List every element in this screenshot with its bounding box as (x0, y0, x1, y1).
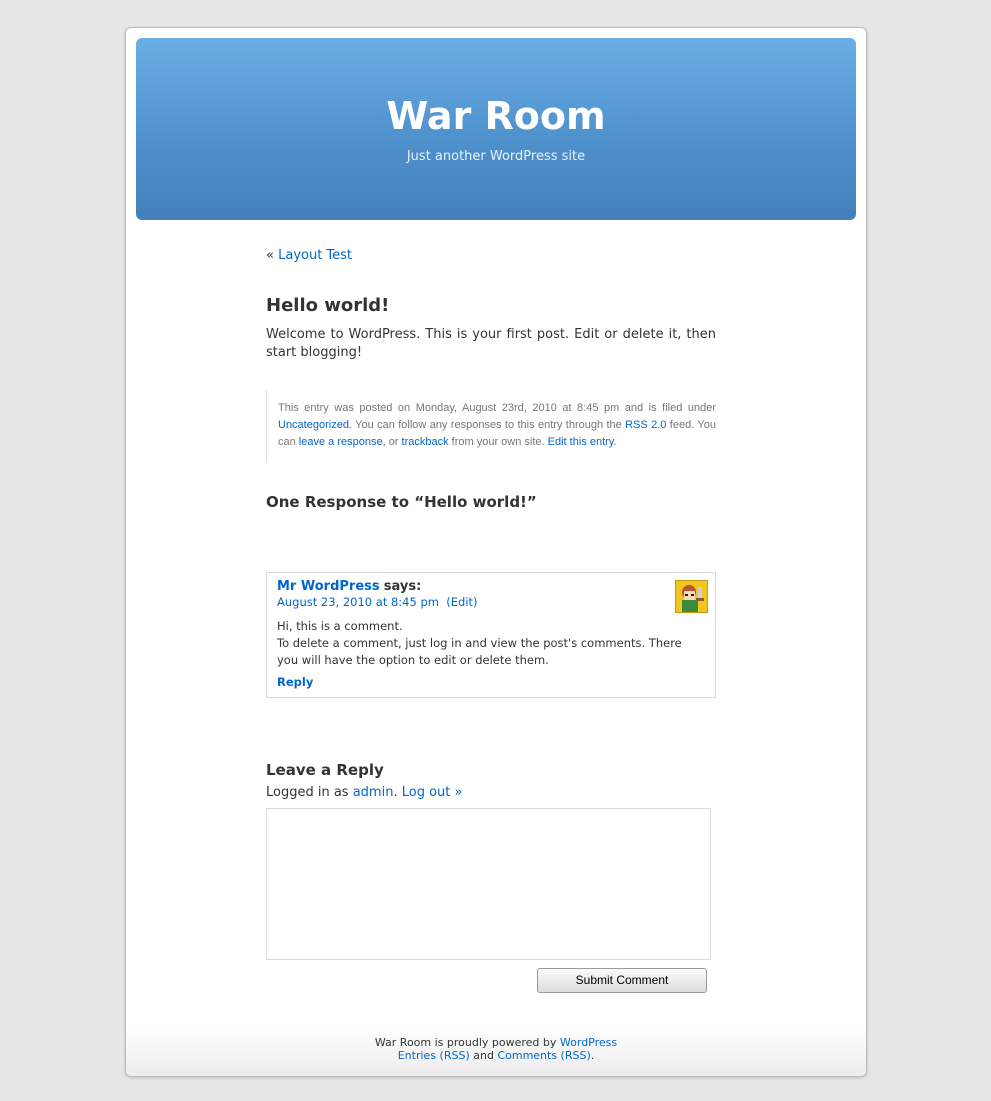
avatar-image (676, 581, 707, 612)
prev-arrow: « (266, 248, 274, 263)
site-description: Just another WordPress site (406, 149, 586, 164)
comment-textarea[interactable] (266, 808, 711, 960)
comment-author-line: Mr WordPress says: (277, 579, 421, 594)
postmeta-text: This entry was posted on Monday, August … (278, 402, 716, 414)
post-metadata: This entry was posted on Monday, August … (266, 390, 716, 462)
category-link[interactable]: Uncategorized (278, 419, 349, 431)
comment: Mr WordPress says: August 23, 2010 at 8:… (266, 572, 716, 698)
post-navigation: « Layout Test (266, 248, 716, 263)
comment-says: says: (383, 579, 422, 594)
footer-feeds: Entries (RSS) and Comments (RSS). (126, 1049, 866, 1062)
footer-text: . (590, 1049, 595, 1062)
postmeta-text: . (613, 436, 617, 448)
comment-text: Hi, this is a comment. To delete a comme… (277, 618, 705, 669)
postmeta-text: , or (382, 436, 402, 448)
leave-response-link[interactable]: leave a response (299, 436, 383, 448)
edit-entry-link[interactable]: Edit this entry (548, 436, 614, 448)
comment-line: To delete a comment, just log in and vie… (277, 636, 682, 667)
user-link[interactable]: admin (353, 785, 394, 800)
footer-powered: War Room is proudly powered by WordPress (126, 1036, 866, 1049)
logged-in-as: Logged in as admin. Log out » (266, 785, 716, 800)
footer-text: and (469, 1049, 498, 1062)
site-footer: War Room is proudly powered by WordPress… (126, 1026, 866, 1076)
rss-link[interactable]: RSS 2.0 (625, 419, 666, 431)
logout-link[interactable]: Log out » (402, 785, 463, 800)
comment-author-link[interactable]: Mr WordPress (277, 579, 380, 594)
post-title: Hello world! (266, 295, 390, 316)
comment-edit-link[interactable]: (Edit) (446, 595, 477, 609)
submit-comment-button[interactable]: Submit Comment (537, 968, 707, 993)
leave-reply-title: Leave a Reply (266, 761, 384, 779)
comment-meta: August 23, 2010 at 8:45 pm (Edit) (277, 595, 478, 609)
logged-in-dot: . (393, 785, 398, 800)
post-body: Welcome to WordPress. This is your first… (266, 327, 716, 360)
comments-rss-link[interactable]: Comments (RSS) (497, 1049, 590, 1062)
site-header: War Room Just another WordPress site (136, 38, 856, 220)
responses-title: One Response to “Hello world!” (266, 493, 537, 511)
comment-date-link[interactable]: August 23, 2010 at 8:45 pm (277, 595, 439, 609)
comment-line: Hi, this is a comment. (277, 619, 403, 633)
wordpress-link[interactable]: WordPress (560, 1036, 617, 1049)
avatar (675, 580, 708, 613)
comment-reply-link[interactable]: Reply (277, 675, 313, 689)
entries-rss-link[interactable]: Entries (RSS) (398, 1049, 470, 1062)
trackback-link[interactable]: trackback (402, 436, 449, 448)
postmeta-text: from your own site. (448, 436, 548, 448)
prev-post-link[interactable]: Layout Test (278, 248, 352, 263)
site-title[interactable]: War Room (136, 94, 856, 138)
postmeta-text: . You can follow any responses to this e… (348, 419, 626, 431)
logged-in-label: Logged in as (266, 785, 353, 800)
footer-text: War Room is proudly powered by (374, 1036, 560, 1049)
page-container: War Room Just another WordPress site « L… (125, 27, 867, 1077)
